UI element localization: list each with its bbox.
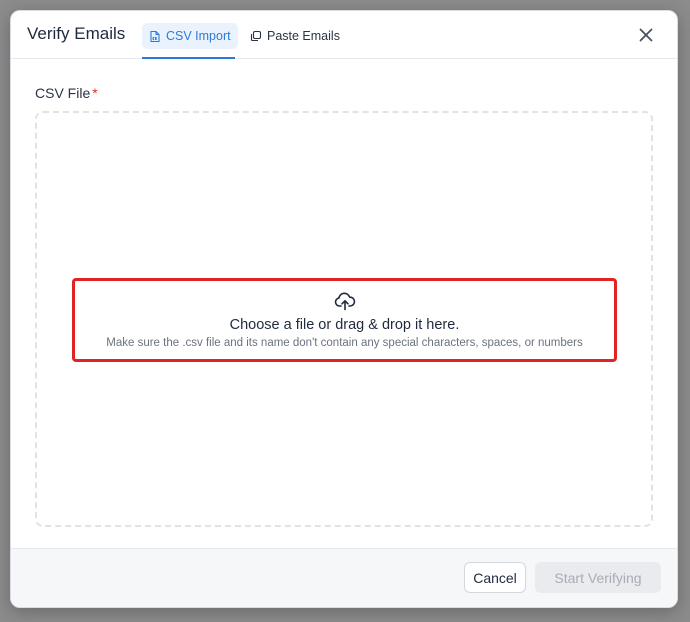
cancel-button[interactable]: Cancel [464, 562, 526, 593]
start-verifying-button[interactable]: Start Verifying [535, 562, 661, 593]
close-icon[interactable] [637, 26, 655, 44]
dialog-footer: Cancel Start Verifying [11, 548, 677, 607]
file-csv-icon [149, 30, 161, 43]
csv-dropzone[interactable]: Choose a file or drag & drop it here. Ma… [35, 111, 653, 527]
csv-file-label-text: CSV File [35, 85, 91, 101]
required-marker: * [92, 85, 98, 101]
dialog-title: Verify Emails [27, 24, 126, 43]
tab-paste-emails[interactable]: Paste Emails [243, 23, 347, 49]
verify-emails-dialog: Verify Emails CSV Import Paste Emails CS… [10, 10, 678, 608]
active-tab-indicator [142, 57, 235, 59]
cloud-upload-icon [334, 291, 356, 311]
dialog-header: Verify Emails CSV Import Paste Emails [11, 11, 677, 59]
dropzone-hint: Make sure the .csv file and its name don… [106, 337, 583, 349]
tab-csv-import[interactable]: CSV Import [142, 23, 238, 49]
tab-paste-emails-label: Paste Emails [267, 29, 340, 43]
dropzone-title: Choose a file or drag & drop it here. [229, 317, 460, 333]
dropzone-prompt[interactable]: Choose a file or drag & drop it here. Ma… [72, 278, 617, 362]
tab-csv-import-label: CSV Import [166, 29, 231, 43]
csv-file-label: CSV File * [35, 85, 98, 101]
copy-icon [250, 30, 262, 42]
